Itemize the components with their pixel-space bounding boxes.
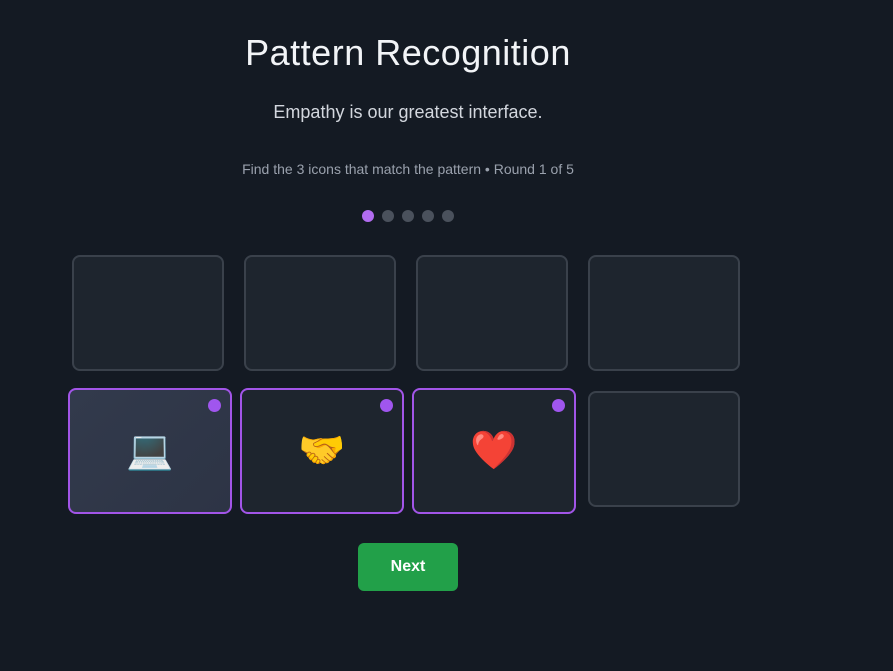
- page-subtitle: Empathy is our greatest interface.: [273, 102, 543, 122]
- tile-5[interactable]: 💻: [68, 388, 232, 514]
- tile-1[interactable]: [72, 255, 224, 371]
- tile-4[interactable]: [588, 255, 740, 371]
- progress-dot-3: [402, 210, 414, 222]
- tile-8[interactable]: [588, 391, 740, 507]
- selected-marker: [208, 399, 221, 412]
- selected-marker: [380, 399, 393, 412]
- selected-marker: [552, 399, 565, 412]
- heart-icon: ❤️: [470, 430, 518, 472]
- tile-3[interactable]: [416, 255, 568, 371]
- handshake-icon: 🤝: [298, 430, 346, 472]
- progress-dot-1: [362, 210, 374, 222]
- tile-7[interactable]: ❤️: [412, 388, 576, 514]
- progress-dot-4: [422, 210, 434, 222]
- page-title: Pattern Recognition: [245, 32, 571, 73]
- next-button[interactable]: Next: [358, 543, 458, 591]
- round-instruction: Find the 3 icons that match the pattern …: [242, 161, 574, 177]
- progress-dot-2: [382, 210, 394, 222]
- progress-dot-5: [442, 210, 454, 222]
- tile-2[interactable]: [244, 255, 396, 371]
- laptop-icon: 💻: [126, 430, 174, 472]
- round-progress-dots: [0, 210, 816, 222]
- tile-6[interactable]: 🤝: [240, 388, 404, 514]
